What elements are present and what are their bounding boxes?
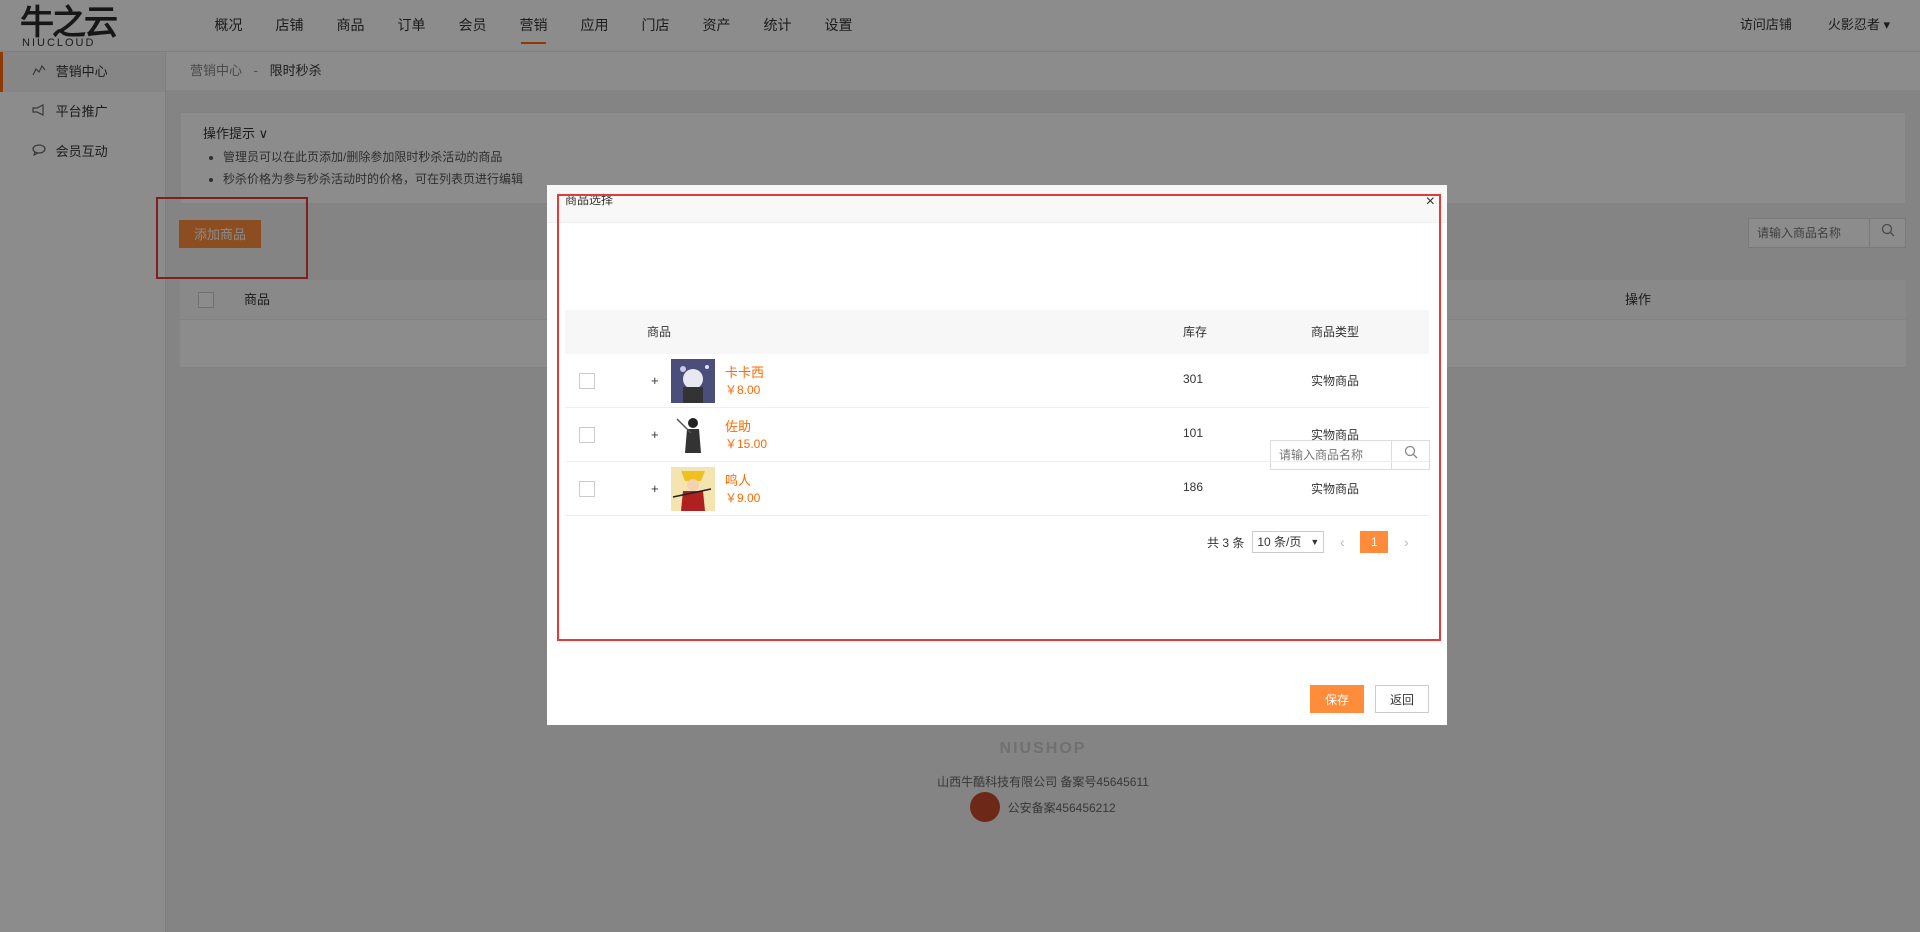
back-button[interactable]: 返回	[1375, 685, 1429, 713]
highlight-box-modal	[557, 194, 1441, 641]
save-button[interactable]: 保存	[1310, 685, 1364, 713]
